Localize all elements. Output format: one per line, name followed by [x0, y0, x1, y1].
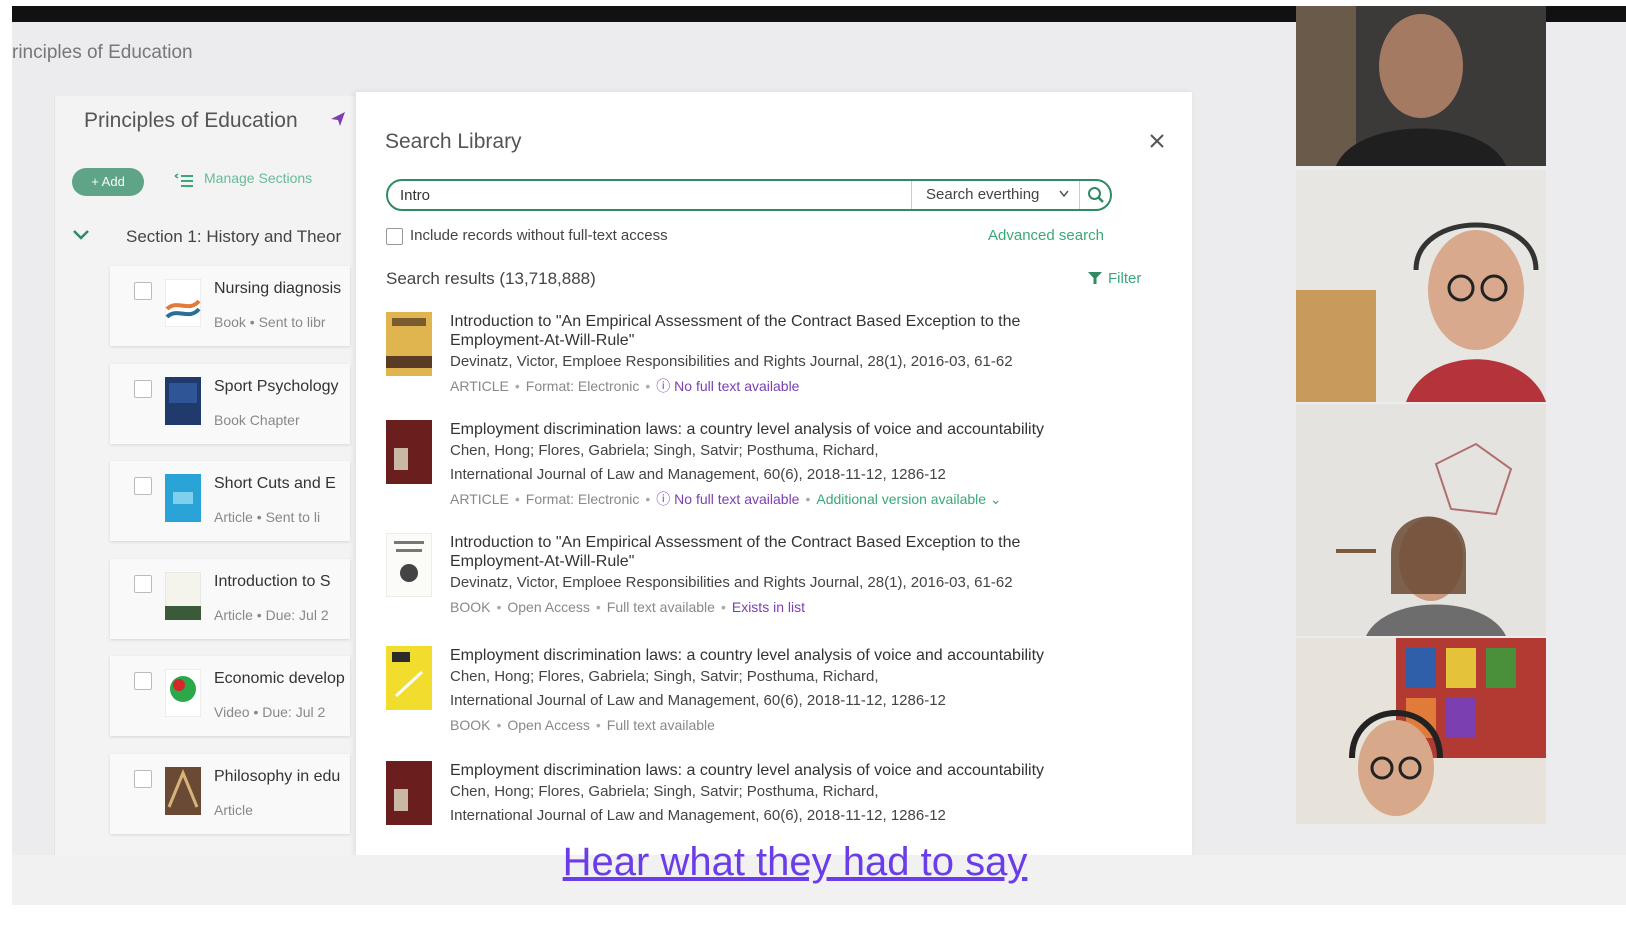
manage-sections-label: Manage Sections — [204, 170, 313, 186]
item-checkbox[interactable] — [134, 380, 152, 398]
filter-label: Filter — [1108, 270, 1142, 287]
item-title: Short Cuts and E — [214, 475, 336, 492]
item-title: Philosophy in edu — [214, 768, 341, 785]
item-checkbox[interactable] — [134, 672, 152, 690]
advanced-search-link[interactable]: Advanced search — [988, 227, 1104, 244]
item-meta: Article • Sent to li — [214, 509, 321, 525]
list-item[interactable]: Short Cuts and E Article • Sent to li — [110, 461, 350, 541]
manage-sections-button[interactable]: Manage Sections — [174, 170, 312, 186]
include-records-checkbox[interactable] — [386, 228, 403, 245]
add-button[interactable]: + Add — [72, 168, 144, 196]
chevron-down-icon — [1059, 190, 1069, 198]
result-authors: Devinatz, Victor, Emploee Responsibiliti… — [450, 353, 1013, 370]
item-title: Introduction to S — [214, 573, 331, 590]
item-meta: Book Chapter — [214, 412, 300, 428]
result-authors: Devinatz, Victor, Emploee Responsibiliti… — [450, 574, 1013, 591]
search-input[interactable] — [388, 181, 917, 209]
list-item[interactable]: Sport Psychology Book Chapter — [110, 364, 350, 444]
close-icon[interactable] — [1148, 132, 1166, 150]
results-count: Search results (13,718,888) — [386, 269, 596, 288]
result-title[interactable]: Introduction to "An Empirical Assessment… — [450, 533, 1090, 571]
item-checkbox[interactable] — [134, 477, 152, 495]
result-source: International Journal of Law and Managem… — [450, 692, 946, 709]
list-title: Principles of Education — [84, 109, 298, 132]
result-cover — [386, 312, 432, 376]
result-cover — [386, 761, 432, 825]
item-meta: Book • Sent to libr — [214, 314, 326, 330]
item-thumbnail — [165, 279, 201, 327]
send-icon[interactable] — [330, 111, 346, 127]
result-format: Open Access — [507, 599, 590, 615]
search-library-dialog: Search Library Search everthing Include … — [356, 92, 1192, 855]
item-checkbox[interactable] — [134, 282, 152, 300]
result-authors: Chen, Hong; Flores, Gabriela; Singh, Sat… — [450, 442, 879, 459]
filter-button[interactable]: Filter — [1088, 270, 1141, 287]
result-availability: Full text available — [606, 717, 715, 733]
dialog-title: Search Library — [385, 130, 522, 153]
result-meta: BOOK • Open Access • Full text available — [450, 717, 715, 733]
video-participant-tile — [1296, 6, 1546, 166]
result-availability: No full text available — [674, 378, 800, 394]
result-format: Format: Electronic — [525, 378, 640, 394]
result-title[interactable]: Employment discrimination laws: a countr… — [450, 646, 1090, 665]
result-format: Open Access — [507, 717, 590, 733]
result-title[interactable]: Introduction to "An Empirical Assessment… — [450, 312, 1090, 350]
list-item[interactable]: Introduction to S Article • Due: Jul 2 — [110, 559, 350, 639]
search-button[interactable] — [1079, 181, 1110, 209]
result-title[interactable]: Employment discrimination laws: a countr… — [450, 761, 1090, 780]
list-item[interactable]: Economic develop Video • Due: Jul 2 — [110, 656, 350, 736]
item-thumbnail — [165, 572, 201, 620]
video-participant-tile — [1296, 638, 1546, 824]
info-icon: ⓘ — [656, 491, 675, 507]
search-icon — [1088, 187, 1104, 203]
exists-in-list-label[interactable]: Exists in list — [732, 599, 805, 615]
item-title: Sport Psychology — [214, 378, 339, 395]
item-meta: Article • Due: Jul 2 — [214, 607, 329, 623]
item-title: Nursing diagnosis — [214, 280, 342, 297]
result-availability: Full text available — [606, 599, 715, 615]
result-cover — [386, 420, 432, 484]
section-title[interactable]: Section 1: History and Theor — [126, 227, 344, 247]
breadcrumb: rinciples of Education — [12, 42, 193, 63]
item-thumbnail — [165, 474, 201, 522]
item-thumbnail — [165, 377, 201, 425]
video-participant-tile — [1296, 404, 1546, 636]
filter-icon — [1088, 272, 1102, 284]
result-source: International Journal of Law and Managem… — [450, 466, 946, 483]
item-title: Economic develop — [214, 670, 345, 687]
result-title[interactable]: Employment discrimination laws: a countr… — [450, 420, 1090, 439]
chevron-down-icon[interactable]: ⌄ — [986, 491, 1002, 507]
result-cover — [386, 646, 432, 710]
result-format: Format: Electronic — [525, 491, 640, 507]
item-meta: Video • Due: Jul 2 — [214, 704, 326, 720]
list-item[interactable]: Nursing diagnosis Book • Sent to libr — [110, 266, 350, 346]
testimonial-link[interactable]: Hear what they had to say — [0, 840, 1590, 885]
info-icon: ⓘ — [656, 378, 675, 394]
include-records-label: Include records without full-text access — [410, 227, 668, 244]
result-authors: Chen, Hong; Flores, Gabriela; Singh, Sat… — [450, 783, 879, 800]
result-source: International Journal of Law and Managem… — [450, 807, 946, 824]
additional-version-link[interactable]: Additional version available — [816, 491, 986, 507]
chevron-down-icon[interactable] — [72, 229, 90, 241]
search-scope-label: Search everthing — [926, 186, 1040, 203]
result-authors: Chen, Hong; Flores, Gabriela; Singh, Sat… — [450, 668, 879, 685]
result-cover — [386, 533, 432, 597]
result-availability: No full text available — [674, 491, 800, 507]
search-bar: Search everthing — [386, 179, 1112, 211]
item-meta: Article — [214, 802, 253, 818]
item-checkbox[interactable] — [134, 575, 152, 593]
result-type: ARTICLE — [450, 378, 509, 394]
result-meta: ARTICLE • Format: Electronic • ⓘ No full tex… — [450, 378, 800, 394]
item-checkbox[interactable] — [134, 770, 152, 788]
video-participant-tile — [1296, 170, 1546, 402]
result-type: BOOK — [450, 717, 491, 733]
result-meta: ARTICLE • Format: Electronic • ⓘ No full tex… — [450, 491, 1002, 507]
item-thumbnail — [165, 767, 201, 815]
search-scope-select[interactable]: Search everthing — [911, 181, 1079, 209]
list-item[interactable]: Philosophy in edu Article — [110, 754, 350, 834]
item-thumbnail — [165, 669, 201, 717]
result-meta: BOOK • Open Access • Full text available • Exi… — [450, 599, 805, 615]
result-type: ARTICLE — [450, 491, 509, 507]
result-type: BOOK — [450, 599, 491, 615]
